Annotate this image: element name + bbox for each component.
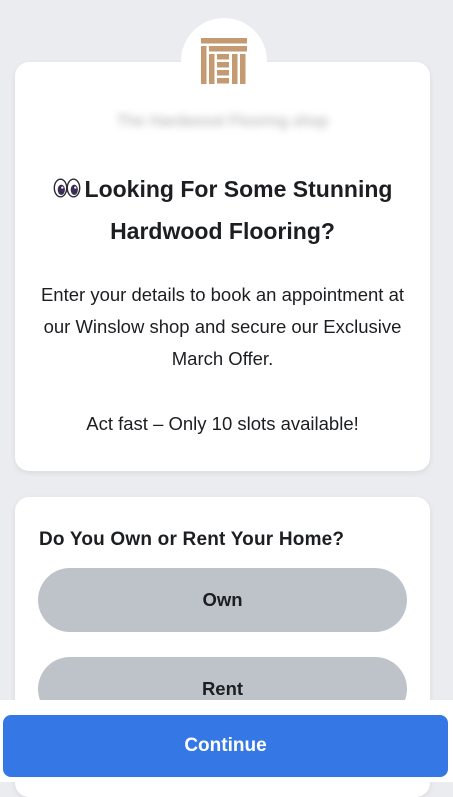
- continue-button[interactable]: Continue: [3, 715, 448, 777]
- intro-card: The Hardwood Flooring shop Looking For S…: [15, 62, 430, 471]
- lead-form-page: The Hardwood Flooring shop Looking For S…: [0, 0, 453, 797]
- headline: Looking For Some Stunning Hardwood Floor…: [25, 169, 420, 251]
- urgency-note: Act fast – Only 10 slots available!: [86, 413, 359, 434]
- eyes-emoji-icon: [53, 171, 81, 211]
- question-label: Do You Own or Rent Your Home?: [39, 529, 345, 550]
- business-name: The Hardwood Flooring shop: [116, 113, 329, 130]
- own-option-button[interactable]: Own: [38, 568, 407, 632]
- business-logo: [181, 18, 267, 104]
- offer-description: Enter your details to book an appointmen…: [40, 284, 405, 369]
- parquet-floor-logo-icon: [200, 37, 248, 85]
- bottom-action-bar: Continue: [0, 700, 453, 782]
- headline-text: Looking For Some Stunning Hardwood Floor…: [84, 176, 393, 244]
